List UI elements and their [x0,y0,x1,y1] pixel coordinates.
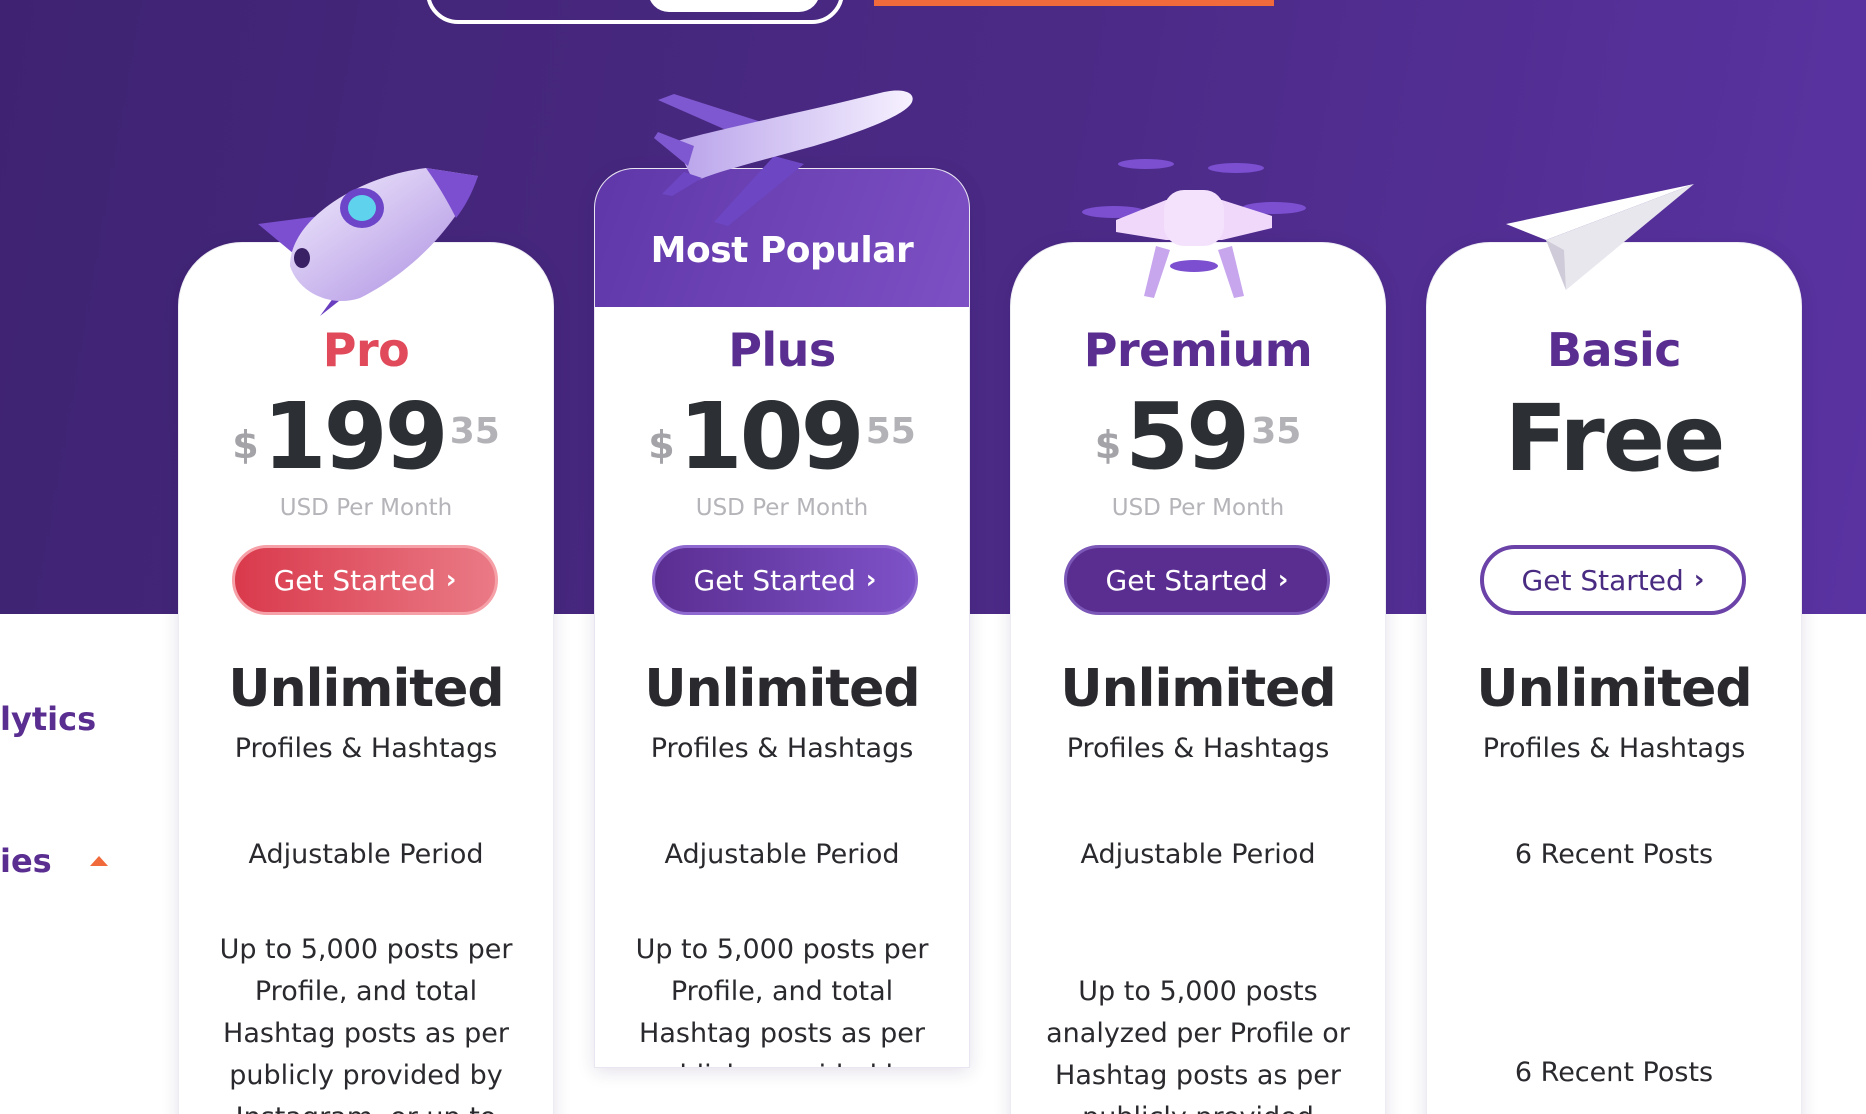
plan-card-basic: Basic Free Get Started › Unlimited Profi… [1426,242,1802,1114]
feature-headline-sub: Profiles & Hashtags [650,733,914,764]
chevron-right-icon: › [865,565,877,595]
feature-headline: Unlimited [1060,659,1336,719]
billing-toggle-knob[interactable] [648,0,820,12]
price-amount: 199 [262,383,449,490]
button-label: Get Started [1105,563,1268,597]
drone-icon [1082,159,1306,298]
get-started-button-plus[interactable]: Get Started › [652,545,918,615]
price-currency: $ [232,423,259,467]
get-started-button-premium[interactable]: Get Started › [1064,545,1330,615]
price-period: USD Per Month [695,495,869,521]
plan-card-premium: Premium $ 59 35 USD Per Month Get Starte… [1010,242,1386,1114]
plan-price: $ 199 35 [179,383,553,490]
feature-posts: Up to 5,000 posts per Profile, and total… [219,934,513,1114]
accent-bar [874,0,1274,6]
feature-recent-posts-detail: 6 Recent Posts [1514,1057,1714,1088]
plan-price-free: Free [1504,385,1725,492]
rocket-icon [258,168,478,316]
get-started-button-pro[interactable]: Get Started › [232,545,498,615]
price-amount: 109 [678,383,865,490]
feature-headline: Unlimited [1476,659,1752,719]
feature-posts: Up to 5,000 posts per Profile, and total… [635,934,929,1067]
price-period: USD Per Month [279,495,453,521]
chevron-right-icon: › [445,565,457,595]
button-label: Get Started [693,563,856,597]
feature-period: Adjustable Period [248,839,484,870]
feature-period: Adjustable Period [1080,839,1316,870]
feature-period: Adjustable Period [664,839,900,870]
price-period: USD Per Month [1111,495,1285,521]
sidebar-item-analytics[interactable]: lytics [0,700,96,738]
chevron-right-icon: › [1693,565,1705,595]
plan-name: Pro [322,323,410,377]
plan-price: $ 59 35 [1011,383,1385,490]
feature-headline-sub: Profiles & Hashtags [1066,733,1330,764]
get-started-button-basic[interactable]: Get Started › [1480,545,1746,615]
plan-name: Basic [1546,323,1682,377]
price-cents: 55 [865,411,916,452]
plan-name: Plus [728,323,836,377]
feature-headline-sub: Profiles & Hashtags [234,733,498,764]
plan-price: $ 109 55 [595,383,969,490]
chevron-right-icon: › [1277,565,1289,595]
caret-up-icon[interactable] [90,856,108,866]
plan-card-pro: Pro $ 199 35 USD Per Month Get Started ›… [178,242,554,1114]
feature-recent-posts: 6 Recent Posts [1514,839,1714,870]
feature-headline: Unlimited [228,659,504,719]
price-cents: 35 [1251,411,1302,452]
button-label: Get Started [1521,563,1684,597]
feature-headline: Unlimited [644,659,920,719]
price-currency: $ [1094,423,1122,467]
paper-plane-icon [1506,184,1694,290]
price-amount: 59 [1125,383,1250,490]
price-cents: 35 [449,411,500,452]
plan-name: Premium [1083,323,1313,377]
plan-card-plus: Most Popular Plus $ 109 55 USD Per Month… [594,168,970,1068]
price-currency: $ [648,423,675,467]
button-label: Get Started [273,563,436,597]
feature-headline-sub: Profiles & Hashtags [1482,733,1746,764]
sidebar-item-other[interactable]: ies [0,842,52,880]
airplane-icon [654,90,913,226]
feature-posts: Up to 5,000 posts analyzed per Profile o… [1046,976,1350,1114]
